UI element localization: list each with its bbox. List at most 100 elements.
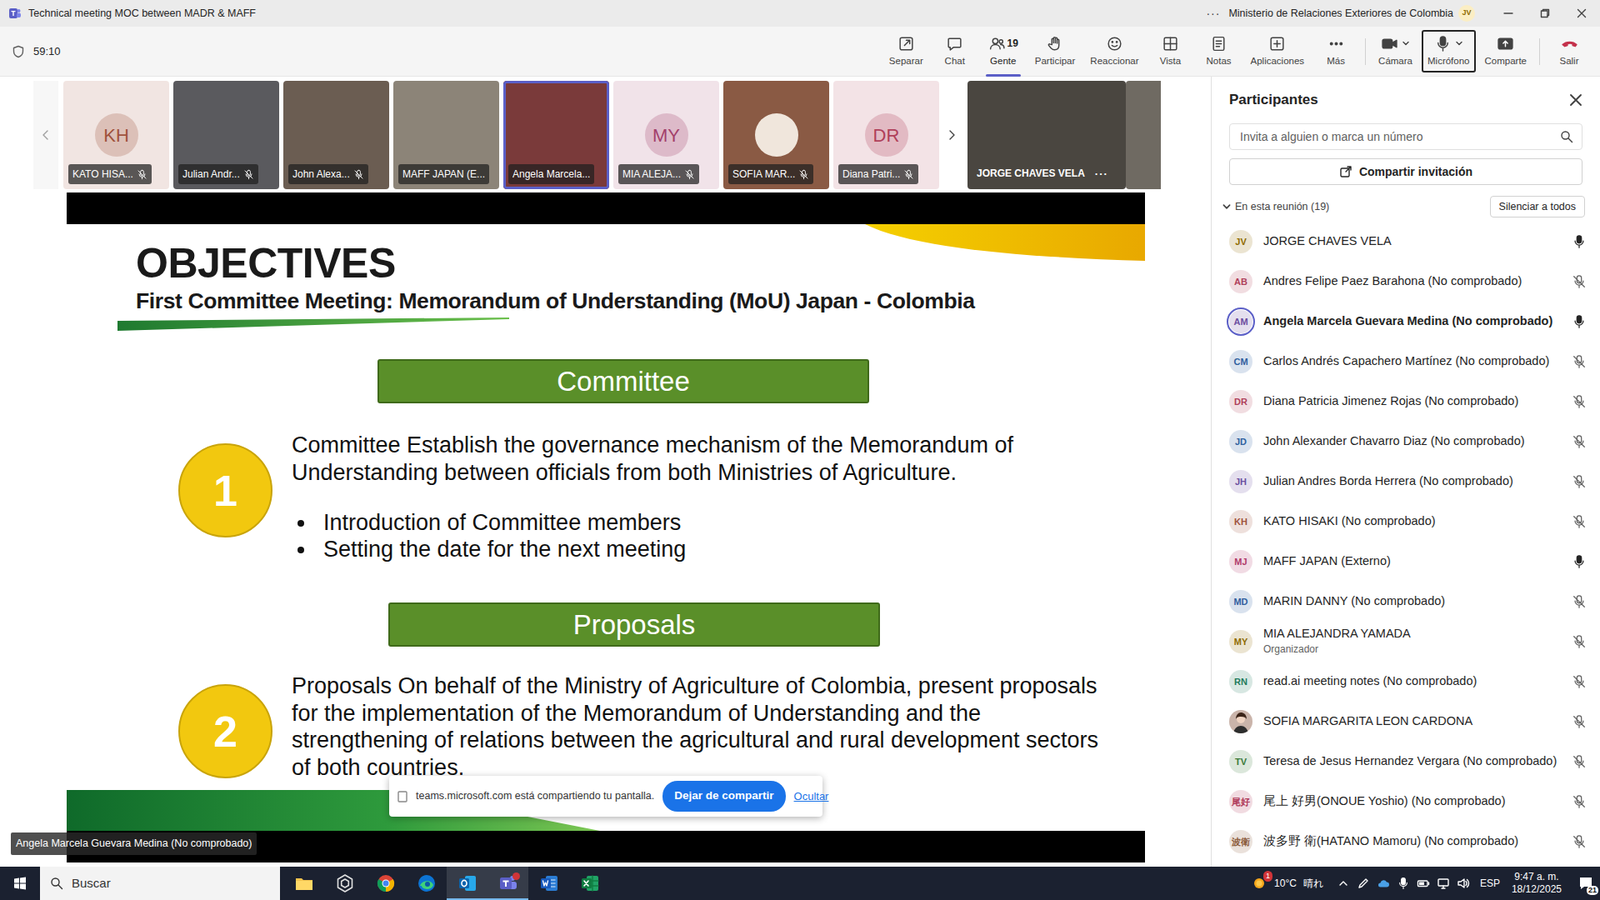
toolbar-button[interactable]: Cámara	[1370, 26, 1420, 77]
toolbar-button[interactable]: Comparte	[1477, 26, 1535, 77]
video-tile[interactable]: MAFF JAPAN (E...	[393, 80, 500, 190]
video-tile[interactable]: Julian Andr...	[173, 80, 280, 190]
section-header: En esta reunión (19) Silenciar a todos	[1221, 195, 1585, 219]
video-tile[interactable]: DRDiana Patri...	[833, 80, 940, 190]
participant-row[interactable]: MJMAFF JAPAN (Externo)	[1211, 541, 1600, 582]
microphone-icon[interactable]	[1396, 876, 1410, 890]
button-frame: Micrófono	[1421, 30, 1476, 73]
participant-row[interactable]: TVTeresa de Jesus Hernandez Vergara (No …	[1211, 741, 1600, 782]
toolbar-button[interactable]: Más	[1311, 26, 1360, 77]
button-label: Participar	[1035, 54, 1076, 69]
button-frame: Participar	[1029, 30, 1082, 73]
toolbar-button[interactable]: 19Gente	[979, 26, 1028, 77]
participant-name: Andres Felipe Paez Barahona (No comproba…	[1263, 274, 1522, 289]
toolbar-button[interactable]: Aplicaciones	[1243, 26, 1313, 77]
tile-label: MIA ALEJA...	[618, 164, 700, 185]
taskbar-app[interactable]	[569, 866, 610, 900]
more-button[interactable]: ···	[1197, 5, 1229, 23]
participant-info: 尾上 好男(ONOUE Yoshio) (No comprobado)	[1263, 794, 1506, 809]
toolbar-button[interactable]: Notas	[1195, 26, 1244, 77]
participant-row[interactable]: JHJulian Andres Borda Herrera (No compro…	[1211, 461, 1600, 502]
toolbar-button[interactable]: Reaccionar	[1082, 26, 1146, 77]
taskbar-app[interactable]	[324, 866, 365, 900]
participant-row[interactable]: JDJohn Alexander Chavarro Diaz (No compr…	[1211, 421, 1600, 462]
taskbar-app[interactable]	[365, 866, 406, 900]
participant-avatar: JH	[1229, 470, 1253, 494]
notification-center[interactable]: 21	[1576, 874, 1595, 893]
clock[interactable]: 9:47 a. m.18/12/2025	[1506, 870, 1567, 896]
close-panel-button[interactable]	[1569, 93, 1583, 107]
participant-row[interactable]: DRDiana Patricia Jimenez Rojas (No compr…	[1211, 381, 1600, 422]
toolbar: 59:10 SepararChat19Gente Participar Reaccio…	[0, 26, 1600, 77]
mute-all-button[interactable]: Silenciar a todos	[1490, 195, 1585, 219]
toolbar-button[interactable]: Participar	[1027, 26, 1084, 77]
participant-row[interactable]: RNread.ai meeting notes (No comprobado)	[1211, 661, 1600, 702]
participant-row[interactable]: KHKATO HISAKI (No comprobado)	[1211, 501, 1600, 542]
next-button[interactable]	[939, 80, 965, 190]
dropdown-icon[interactable]	[1401, 39, 1410, 48]
onedrive-cloud-icon[interactable]	[1376, 876, 1390, 890]
video-tile[interactable]: KHKATO HISA...	[63, 80, 170, 190]
video-tile[interactable]: Angela Marcela...	[503, 80, 610, 190]
video-tile[interactable]: MYMIA ALEJA...	[613, 80, 720, 190]
taskbar-app[interactable]	[446, 866, 488, 900]
chevron-left-icon	[40, 129, 52, 141]
minimize-button[interactable]	[1490, 0, 1527, 27]
participant-row[interactable]: 尾好尾上 好男(ONOUE Yoshio) (No comprobado)	[1211, 781, 1600, 822]
button-icon-row	[1560, 35, 1579, 53]
battery-icon[interactable]	[1416, 876, 1430, 890]
self-video-tile[interactable]: JORGE CHAVES VELA···	[967, 80, 1126, 190]
participant-row[interactable]: ABAndres Felipe Paez Barahona (No compro…	[1211, 261, 1600, 302]
taskbar-app[interactable]	[487, 866, 529, 900]
toolbar-button[interactable]: Micrófono	[1420, 26, 1478, 77]
title-underline	[135, 317, 1145, 331]
participant-row[interactable]: 波衛波多野 衛(HATANO Mamoru) (No comprobado)	[1211, 821, 1600, 862]
taskbar-app[interactable]	[283, 866, 325, 900]
taskbar-app[interactable]	[405, 866, 447, 900]
participant-row[interactable]: MDMARIN DANNY (No comprobado)	[1211, 581, 1600, 622]
previous-button[interactable]	[33, 80, 59, 190]
toolbar-button[interactable]: Chat	[930, 26, 980, 77]
network-icon[interactable]	[1436, 876, 1450, 890]
share-invite-button[interactable]: Compartir invitación	[1229, 158, 1583, 185]
meeting-timer: 59:10	[33, 43, 61, 60]
dropdown-icon[interactable]	[1455, 39, 1464, 48]
restore-button[interactable]	[1526, 0, 1564, 27]
taskbar-app[interactable]	[528, 866, 570, 900]
toolbar-button[interactable]: Salir	[1545, 26, 1594, 77]
participant-row[interactable]: CMCarlos Andrés Capachero Martínez (No c…	[1211, 341, 1600, 382]
input-language[interactable]: ESP	[1480, 875, 1500, 891]
volume-icon[interactable]	[1456, 876, 1470, 890]
toolbar-button[interactable]: Separar	[881, 26, 931, 77]
avatar-initials: JV	[1235, 235, 1246, 250]
participant-info: Carlos Andrés Capachero Martínez (No com…	[1263, 354, 1550, 369]
button-icon-row	[1046, 35, 1065, 53]
toolbar-button[interactable]: Vista	[1146, 26, 1195, 77]
show-hidden-icons-icon[interactable]	[1336, 876, 1350, 890]
tile-more-button[interactable]: ···	[1095, 165, 1109, 183]
participant-row[interactable]: SOFIA MARGARITA LEON CARDONA	[1211, 701, 1600, 742]
section-toggle[interactable]: En esta reunión (19)	[1221, 199, 1330, 215]
weather-widget[interactable]: 110°C晴れ	[1250, 875, 1324, 892]
tile-label: SOFIA MAR...	[728, 164, 814, 185]
video-tile[interactable]: John Alexa...	[283, 80, 390, 190]
app-icon	[335, 873, 355, 894]
invite-search-input[interactable]	[1238, 127, 1560, 147]
pen-icon[interactable]	[1356, 876, 1370, 890]
button-label: Cámara	[1378, 54, 1413, 69]
participant-avatar: JV	[1229, 230, 1253, 254]
start-button[interactable]	[0, 866, 40, 900]
title-right: ···Ministerio de Relaciones Exteriores d…	[1197, 0, 1600, 27]
participant-row[interactable]: MYMIA ALEJANDRA YAMADAOrganizador	[1211, 621, 1600, 662]
partial-video-tile	[1125, 80, 1161, 190]
close-button[interactable]	[1563, 0, 1600, 27]
participant-row[interactable]: JVJORGE CHAVES VELA	[1211, 221, 1600, 262]
account-avatar[interactable]: JV	[1458, 5, 1475, 22]
taskbar-search[interactable]: Buscar	[40, 866, 280, 900]
tab-icon	[397, 790, 408, 803]
participant-row[interactable]: AMAngela Marcela Guevara Medina (No comp…	[1211, 301, 1600, 342]
speaking-ring: DR	[1226, 387, 1255, 416]
hide-link[interactable]: Ocultar	[794, 788, 830, 805]
video-tile[interactable]: SOFIA MAR...	[723, 80, 830, 190]
stop-sharing-button[interactable]: Dejar de compartir	[662, 780, 785, 811]
